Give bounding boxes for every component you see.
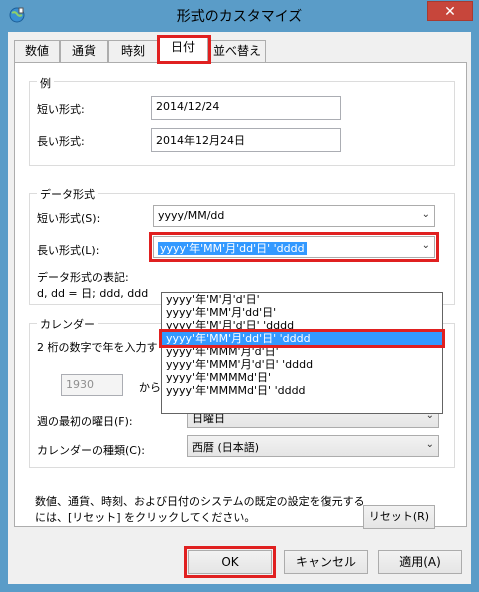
short-format-combo[interactable]: yyyy/MM/dd ⌄ [153, 205, 435, 227]
calendar-type-combo[interactable]: 西暦 (日本語) ⌄ [187, 435, 439, 457]
example-group-label: 例 [37, 75, 54, 91]
reset-note-line1: 数値、通貨、時刻、および日付のシステムの既定の設定を復元する [35, 495, 365, 508]
example-group [29, 81, 455, 166]
tab-sort[interactable]: 並べ替え [208, 40, 266, 62]
long-format-value: yyyy'年'MM'月'dd'日' 'dddd [158, 242, 307, 255]
chevron-down-icon: ⌄ [421, 240, 430, 251]
tab-currency[interactable]: 通貨 [60, 40, 108, 62]
close-button[interactable]: ✕ [427, 1, 473, 21]
ok-button[interactable]: OK [188, 550, 272, 574]
dropdown-option[interactable]: yyyy'年'MMM'月'd'日' [162, 345, 442, 358]
first-day-label: 週の最初の曜日(F): [37, 415, 133, 428]
dropdown-option[interactable]: yyyy'年'MMM'月'd'日' 'dddd [162, 358, 442, 371]
window-title: 形式のカスタマイズ [176, 9, 303, 25]
example-short-field: 2014/12/24 [151, 96, 341, 120]
calendar-type-label: カレンダーの種類(C): [37, 444, 145, 457]
chevron-down-icon: ⌄ [425, 439, 434, 450]
dropdown-option[interactable]: yyyy'年'MMMMd'日' [162, 371, 442, 384]
chevron-down-icon: ⌄ [421, 209, 430, 220]
reset-note-line2: には、[リセット] をクリックしてください。 [35, 511, 256, 524]
tab-time[interactable]: 時刻 [108, 40, 158, 62]
short-format-label: 短い形式(S): [37, 212, 101, 225]
dropdown-option[interactable]: yyyy'年'M'月'd'日' [162, 293, 442, 306]
dropdown-option[interactable]: yyyy'年'M'月'd'日' 'dddd [162, 319, 442, 332]
dialog-client: 数値 通貨 時刻 日付 並べ替え 例 短い形式: 2014/12/24 長い形式… [8, 32, 471, 584]
notation-label: データ形式の表記: [37, 271, 129, 284]
from-year-field: 1930 [61, 374, 123, 396]
long-format-label: 長い形式(L): [37, 244, 100, 257]
dropdown-option-selected[interactable]: yyyy'年'MM'月'dd'日' 'dddd [162, 332, 442, 345]
example-long-field: 2014年12月24日 [151, 128, 341, 152]
window-frame-bottom [0, 584, 479, 592]
data-format-group-label: データ形式 [37, 186, 98, 202]
short-format-value: yyyy/MM/dd [158, 209, 225, 222]
apply-button[interactable]: 適用(A) [378, 550, 462, 574]
window-frame-left [0, 32, 8, 592]
calendar-group-label: カレンダー [37, 316, 98, 332]
tab-number[interactable]: 数値 [14, 40, 60, 62]
title-bar: 形式のカスタマイズ ✕ [0, 0, 479, 32]
two-digit-year-text: 2 桁の数字で年を入力す [37, 341, 158, 354]
date-tab-panel: 例 短い形式: 2014/12/24 長い形式: 2014年12月24日 データ… [14, 62, 467, 529]
cancel-button[interactable]: キャンセル [284, 550, 368, 574]
calendar-type-value: 西暦 (日本語) [192, 441, 260, 454]
reset-button[interactable]: リセット(R) [363, 505, 435, 529]
window-frame-right [471, 32, 479, 592]
example-short-label: 短い形式: [37, 103, 85, 116]
example-long-label: 長い形式: [37, 135, 85, 148]
dropdown-option[interactable]: yyyy'年'MMMMd'日' 'dddd [162, 384, 442, 397]
notation-text: d, dd = 日; ddd, ddd [37, 287, 149, 300]
tab-date[interactable]: 日付 [158, 36, 208, 63]
long-format-dropdown-list: yyyy'年'M'月'd'日' yyyy'年'MM'月'dd'日' yyyy'年… [161, 292, 443, 414]
from-label: から [139, 381, 161, 394]
long-format-combo[interactable]: yyyy'年'MM'月'dd'日' 'dddd ⌄ [153, 236, 435, 258]
dropdown-option[interactable]: yyyy'年'MM'月'dd'日' [162, 306, 442, 319]
